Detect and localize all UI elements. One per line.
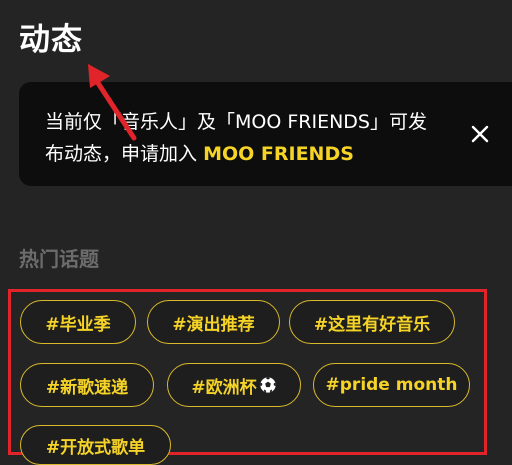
notice-text: 当前仅「音乐人」及「MOO FRIENDS」可发布动态，申请加入 MOO FRI…	[45, 106, 445, 170]
topic-tag-euro-cup[interactable]: #欧洲杯	[167, 363, 301, 407]
soccer-ball-icon	[259, 376, 277, 394]
section-title-hot-topics: 热门话题	[19, 247, 99, 271]
topic-tag-open-playlist[interactable]: #开放式歌单	[20, 425, 171, 465]
topic-tag-label: #欧洲杯	[191, 377, 257, 398]
hot-topics-tags: #毕业季 #演出推荐 #这里有好音乐 #新歌速递 #欧洲杯 #pride mon…	[8, 289, 487, 465]
topic-tag-label: #毕业季	[45, 314, 111, 335]
topic-tag-label: #演出推荐	[172, 314, 255, 335]
close-icon	[471, 125, 489, 143]
moo-friends-link[interactable]: MOO FRIENDS	[203, 143, 354, 165]
topic-tag-good-music[interactable]: #这里有好音乐	[289, 300, 455, 344]
topic-tag-label: #开放式歌单	[45, 437, 146, 458]
topic-tag-new-songs[interactable]: #新歌速递	[20, 363, 154, 407]
page-title: 动态	[19, 22, 83, 58]
topic-tag-pride-month[interactable]: #pride month	[313, 363, 470, 407]
notice-banner: 当前仅「音乐人」及「MOO FRIENDS」可发布动态，申请加入 MOO FRI…	[19, 82, 512, 186]
topic-tag-label: #新歌速递	[45, 377, 129, 398]
topic-tag-label: #这里有好音乐	[313, 314, 431, 335]
topic-tag-label: #pride month	[325, 375, 458, 395]
topic-tag-graduation[interactable]: #毕业季	[20, 300, 136, 344]
close-button[interactable]	[465, 119, 495, 149]
topic-tag-show-recommend[interactable]: #演出推荐	[147, 300, 280, 344]
